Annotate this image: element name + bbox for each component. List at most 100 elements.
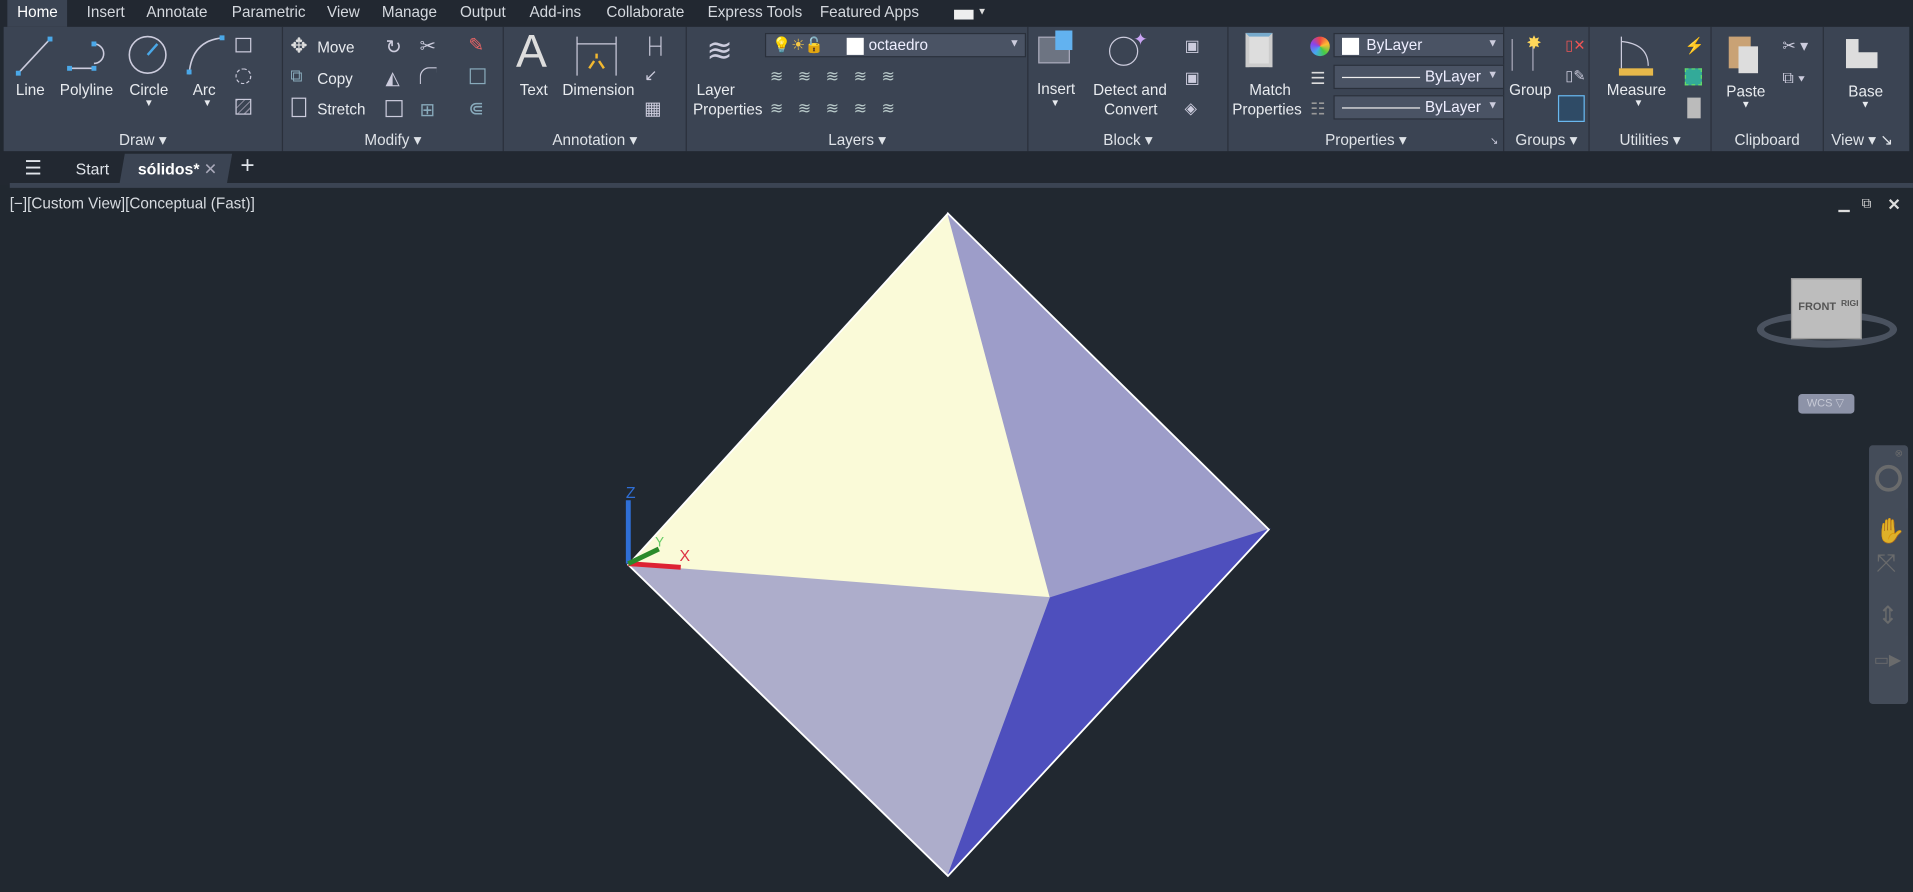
arc-button[interactable]: Arc <box>193 82 216 99</box>
steering-wheel-icon[interactable] <box>1875 464 1902 492</box>
rectangle-icon[interactable] <box>235 37 252 53</box>
panel-title-clipboard[interactable]: Clipboard <box>1712 132 1823 149</box>
copy-clip-icon[interactable]: ⧉ ▾ <box>1782 68 1804 88</box>
new-tab-button[interactable]: + <box>240 153 254 181</box>
layer-tools-row-1[interactable]: ≋≋≋≋≋ <box>770 67 910 87</box>
tab-parametric[interactable]: Parametric <box>232 4 306 21</box>
hatch-icon[interactable] <box>235 98 252 115</box>
match-properties-label[interactable]: Match <box>1249 82 1291 99</box>
dialog-launcher-icon[interactable]: ↘ <box>1490 135 1498 146</box>
tab-output[interactable]: Output <box>460 4 506 21</box>
dimension-button[interactable]: Dimension <box>562 82 634 99</box>
match-properties-label-2[interactable]: Properties <box>1232 101 1302 118</box>
circle-button[interactable]: Circle <box>129 82 168 99</box>
tab-add-ins[interactable]: Add-ins <box>529 4 581 21</box>
ungroup-icon[interactable]: ▯✕ <box>1565 37 1585 54</box>
tab-featured-apps[interactable]: Featured Apps <box>820 4 919 21</box>
color-dropdown[interactable]: ByLayer ▼ <box>1333 32 1505 58</box>
cut-icon[interactable]: ✂ ▾ <box>1782 37 1808 57</box>
menu-icon[interactable]: ☰ <box>24 156 41 180</box>
create-block-icon[interactable]: ▣ <box>1185 37 1200 57</box>
erase-icon[interactable]: ✎ <box>468 34 483 56</box>
panel-view: Base ▼ View ▾ ↘ <box>1824 27 1909 151</box>
array-icon[interactable]: ⊞ <box>420 99 435 121</box>
panel-title-modify[interactable]: Modify ▾ <box>283 131 503 149</box>
panel-title-annotation[interactable]: Annotation ▾ <box>504 131 686 149</box>
panel-title-groups[interactable]: Groups ▾ <box>1504 131 1588 149</box>
mirror-icon[interactable]: ◭ <box>386 67 400 89</box>
linetype-dropdown[interactable]: ByLayer ▼ <box>1333 64 1505 90</box>
tab-express-tools[interactable]: Express Tools <box>708 4 803 21</box>
calculator-icon[interactable] <box>1687 97 1701 119</box>
chevron-down-icon[interactable]: ▼ <box>1861 99 1871 110</box>
paste-button[interactable]: Paste <box>1726 83 1765 100</box>
tab-view[interactable]: View <box>327 4 360 21</box>
tab-manage[interactable]: Manage <box>382 4 437 21</box>
ellipse-icon[interactable] <box>235 68 252 85</box>
text-button[interactable]: Text <box>520 82 548 99</box>
edit-block-icon[interactable]: ▣ <box>1185 68 1200 88</box>
array-3d-icon[interactable] <box>469 68 486 85</box>
tab-current-drawing[interactable]: sólidos* <box>138 160 200 178</box>
detect-convert-label-2[interactable]: Convert <box>1104 101 1157 118</box>
zoom-extents-icon[interactable]: ⤧ <box>1876 550 1896 578</box>
close-tab-icon[interactable]: ✕ <box>204 160 217 180</box>
tab-insert[interactable]: Insert <box>87 4 125 21</box>
chevron-down-icon[interactable]: ▼ <box>1741 99 1751 110</box>
close-viewport-icon[interactable]: ✕ <box>1887 195 1900 215</box>
trim-icon[interactable]: ✂ <box>420 34 436 58</box>
showmotion-icon[interactable]: ▭▶ <box>1874 650 1901 670</box>
rotate-icon[interactable]: ↻ <box>386 35 402 59</box>
drawing-canvas[interactable]: Z Y X <box>0 189 1867 892</box>
select-all-icon[interactable] <box>1684 68 1702 86</box>
ucs-dropdown[interactable]: WCS ▽ <box>1798 394 1855 414</box>
offset-icon[interactable]: ⋐ <box>468 98 483 120</box>
viewcube-right-face[interactable]: RIGHT <box>1841 300 1858 309</box>
line-button[interactable]: Line <box>16 82 45 99</box>
linear-dimension-icon[interactable]: ├┤ <box>644 37 666 55</box>
lineweight-dropdown[interactable]: ByLayer ▼ <box>1333 95 1505 120</box>
panel-title-block[interactable]: Block ▾ <box>1028 131 1227 149</box>
chevron-down-icon[interactable]: ▼ <box>144 98 154 109</box>
tab-start[interactable]: Start <box>76 160 110 178</box>
move-button[interactable]: Move <box>317 39 354 56</box>
layer-properties-label[interactable]: Layer <box>697 82 735 99</box>
measure-button[interactable]: Measure <box>1607 82 1666 99</box>
detect-convert-label[interactable]: Detect and <box>1093 82 1167 99</box>
panel-title-layers[interactable]: Layers ▾ <box>687 131 1027 149</box>
edit-attributes-icon[interactable]: ◈ <box>1185 99 1197 119</box>
ribbon-minimize-button[interactable] <box>954 9 974 20</box>
table-icon[interactable]: ▦ <box>644 98 661 120</box>
panel-title-properties[interactable]: Properties ▾ <box>1229 131 1504 149</box>
insert-button[interactable]: Insert <box>1037 81 1075 98</box>
chevron-down-icon[interactable]: ▼ <box>1634 98 1644 109</box>
layer-dropdown[interactable]: 💡☀🔓 octaedro ▼ <box>764 32 1027 58</box>
scale-icon[interactable] <box>385 100 403 118</box>
fillet-icon[interactable] <box>419 67 437 85</box>
group-selection-toggle[interactable] <box>1557 95 1585 122</box>
layer-properties-label-2[interactable]: Properties <box>693 101 763 118</box>
base-button[interactable]: Base <box>1848 83 1883 100</box>
viewcube[interactable]: FRONT RIGHT <box>1790 278 1862 340</box>
chevron-down-icon[interactable]: ▼ <box>1050 98 1060 109</box>
stretch-button[interactable]: Stretch <box>317 101 365 118</box>
tab-home[interactable]: Home <box>7 0 68 27</box>
close-navbar-icon[interactable]: ⊗ <box>1895 448 1903 459</box>
layer-tools-row-2[interactable]: ≋≋≋≋≋ <box>770 99 910 119</box>
group-edit-icon[interactable]: ▯✎ <box>1565 67 1585 84</box>
panel-title-view[interactable]: View ▾ ↘ <box>1831 131 1909 149</box>
chevron-down-icon[interactable]: ▼ <box>203 98 213 109</box>
copy-button[interactable]: Copy <box>317 71 353 88</box>
pan-hand-icon[interactable]: ✋ <box>1875 516 1905 547</box>
quick-select-icon[interactable]: ⚡ <box>1685 37 1705 57</box>
tab-annotate[interactable]: Annotate <box>146 4 207 21</box>
panel-title-utilities[interactable]: Utilities ▾ <box>1590 131 1711 149</box>
polyline-button[interactable]: Polyline <box>60 82 113 99</box>
viewcube-front-face[interactable]: FRONT <box>1798 300 1836 312</box>
panel-title-draw[interactable]: Draw ▾ <box>4 131 282 149</box>
leader-icon[interactable]: ↙ <box>644 66 657 86</box>
orbit-icon[interactable]: ⇕ <box>1878 600 1898 631</box>
group-button[interactable]: Group <box>1509 82 1551 99</box>
chevron-down-icon[interactable]: ▼ <box>977 6 987 17</box>
tab-collaborate[interactable]: Collaborate <box>606 4 684 21</box>
